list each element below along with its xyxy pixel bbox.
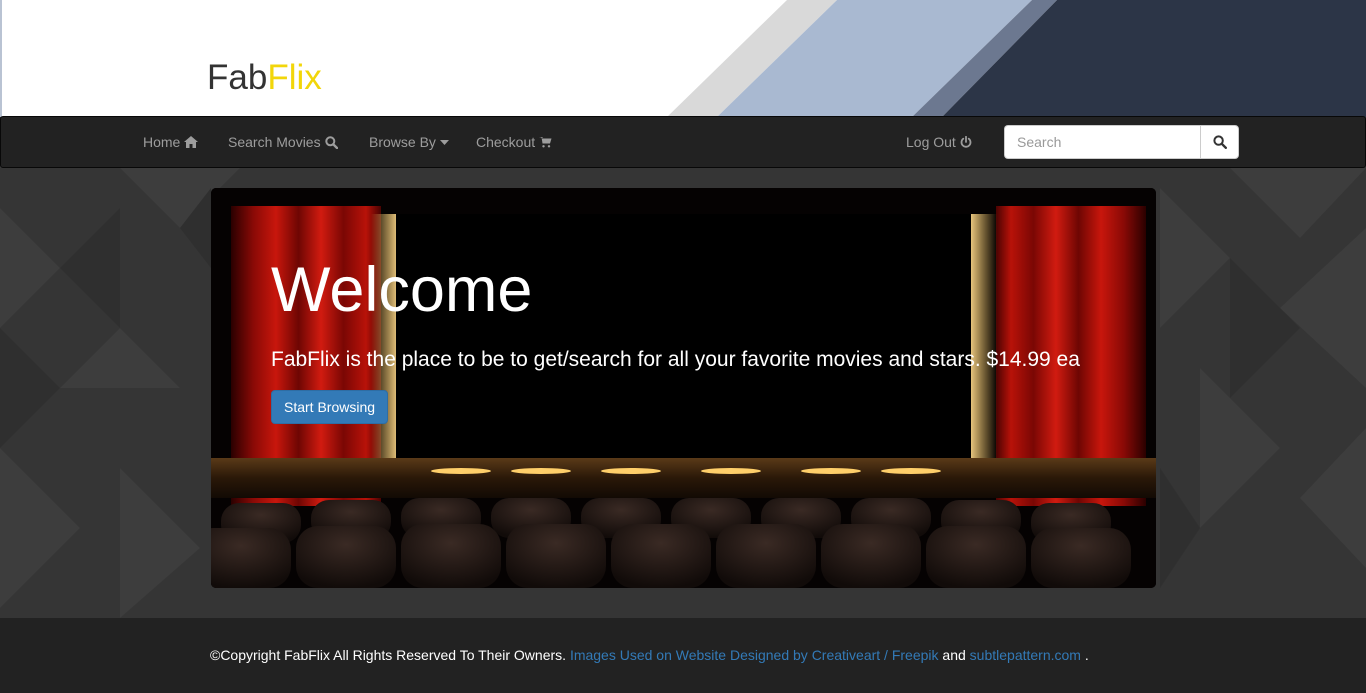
footer-and: and	[942, 647, 966, 663]
caret-down-icon	[439, 139, 449, 145]
footer-copyright: ©Copyright FabFlix All Rights Reserved T…	[210, 647, 567, 663]
hero-tagline: FabFlix is the place to be to get/search…	[271, 348, 1080, 371]
brand-name-part2: Flix	[267, 58, 322, 97]
nav-search-movies[interactable]: Search Movies	[228, 117, 338, 167]
search-icon	[1212, 135, 1227, 149]
footer-pattern-credit-link[interactable]: subtlepattern.com	[970, 647, 1081, 663]
main-navbar: Home Search Movies Browse By Checkout Lo…	[0, 116, 1366, 168]
site-header: FabFlix	[0, 0, 1366, 117]
footer-text: ©Copyright FabFlix All Rights Reserved T…	[210, 646, 1089, 664]
nav-home[interactable]: Home	[143, 117, 199, 167]
home-icon	[184, 136, 199, 148]
nav-checkout[interactable]: Checkout	[476, 117, 552, 167]
brand-logo[interactable]: FabFlix	[207, 58, 322, 98]
nav-log-out-label: Log Out	[906, 134, 956, 150]
power-icon	[960, 136, 972, 148]
hero-jumbotron: Welcome FabFlix is the place to be to ge…	[211, 188, 1156, 588]
shopping-cart-icon	[539, 137, 552, 148]
footer-period: .	[1084, 647, 1089, 663]
brand-name-part1: Fab	[207, 58, 268, 97]
start-browsing-button[interactable]: Start Browsing	[271, 390, 389, 424]
search-input[interactable]	[1004, 125, 1200, 159]
navbar-search	[1004, 125, 1239, 159]
nav-browse-by[interactable]: Browse By	[369, 117, 449, 167]
nav-log-out[interactable]: Log Out	[906, 117, 972, 167]
nav-browse-by-label: Browse By	[369, 134, 436, 150]
nav-home-label: Home	[143, 134, 181, 150]
footer-images-credit-link[interactable]: Images Used on Website Designed by Creat…	[570, 647, 939, 663]
search-icon	[324, 135, 338, 149]
theater-scene-image	[211, 188, 1156, 588]
hero-title: Welcome	[271, 255, 533, 325]
nav-search-movies-label: Search Movies	[228, 134, 321, 150]
nav-checkout-label: Checkout	[476, 134, 536, 150]
search-button[interactable]	[1200, 125, 1239, 159]
site-footer: ©Copyright FabFlix All Rights Reserved T…	[0, 618, 1366, 693]
